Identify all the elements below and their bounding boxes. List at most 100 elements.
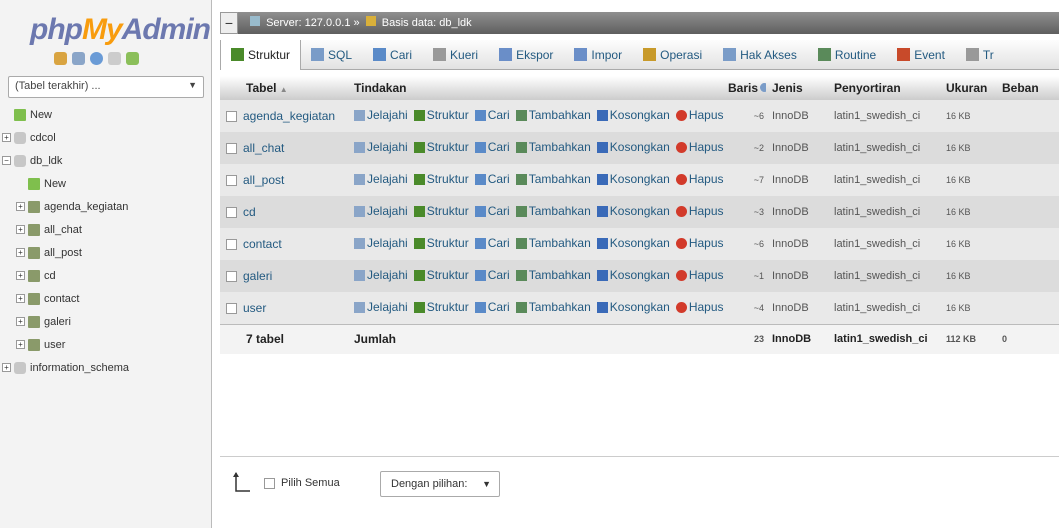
- tab-kueri[interactable]: Kueri: [423, 40, 489, 70]
- expand-icon[interactable]: +: [16, 225, 25, 234]
- checkbox[interactable]: [264, 477, 275, 489]
- table-name-link[interactable]: all_chat: [243, 141, 284, 155]
- action-tambahkan[interactable]: Tambahkan: [515, 204, 591, 218]
- action-kosongkan[interactable]: Kosongkan: [596, 236, 670, 250]
- action-cari[interactable]: Cari: [474, 108, 510, 122]
- action-struktur[interactable]: Struktur: [413, 204, 469, 218]
- action-hapus[interactable]: Hapus: [675, 108, 724, 122]
- collapse-sidebar-button[interactable]: −: [220, 12, 238, 34]
- action-kosongkan[interactable]: Kosongkan: [596, 108, 670, 122]
- table-name-link[interactable]: all_post: [243, 173, 284, 187]
- action-hapus[interactable]: Hapus: [675, 204, 724, 218]
- action-hapus[interactable]: Hapus: [675, 268, 724, 282]
- row-checkbox[interactable]: [226, 303, 237, 315]
- col-baris[interactable]: Baris: [726, 76, 766, 100]
- action-jelajahi[interactable]: Jelajahi: [354, 172, 408, 186]
- action-cari[interactable]: Cari: [474, 140, 510, 154]
- tree-item[interactable]: + user: [0, 334, 211, 357]
- action-kosongkan[interactable]: Kosongkan: [596, 172, 670, 186]
- tab-ekspor[interactable]: Ekspor: [489, 40, 564, 70]
- new-icon[interactable]: [2, 110, 11, 119]
- action-kosongkan[interactable]: Kosongkan: [596, 268, 670, 282]
- action-hapus[interactable]: Hapus: [675, 140, 724, 154]
- expand-icon[interactable]: +: [16, 248, 25, 257]
- col-tabel[interactable]: Tabel ▲: [220, 76, 348, 100]
- col-jenis[interactable]: Jenis: [766, 76, 828, 100]
- action-tambahkan[interactable]: Tambahkan: [515, 300, 591, 314]
- tree-item[interactable]: New: [0, 104, 211, 127]
- action-cari[interactable]: Cari: [474, 268, 510, 282]
- action-jelajahi[interactable]: Jelajahi: [354, 108, 408, 122]
- col-penyortiran[interactable]: Penyortiran: [828, 76, 940, 100]
- recent-tables-select[interactable]: (Tabel terakhir) ... ▼: [8, 76, 204, 98]
- action-struktur[interactable]: Struktur: [413, 108, 469, 122]
- action-jelajahi[interactable]: Jelajahi: [354, 204, 408, 218]
- expand-icon[interactable]: +: [16, 317, 25, 326]
- tab-sql[interactable]: SQL: [301, 40, 363, 70]
- action-tambahkan[interactable]: Tambahkan: [515, 268, 591, 282]
- tab-hak-akses[interactable]: Hak Akses: [713, 40, 808, 70]
- action-struktur[interactable]: Struktur: [413, 300, 469, 314]
- breadcrumb-database[interactable]: Basis data: db_ldk: [382, 17, 472, 29]
- row-checkbox[interactable]: [226, 207, 237, 219]
- tab-tr[interactable]: Tr: [956, 40, 1005, 70]
- action-struktur[interactable]: Struktur: [413, 172, 469, 186]
- action-cari[interactable]: Cari: [474, 300, 510, 314]
- documentation-icon[interactable]: [108, 52, 121, 65]
- tab-cari[interactable]: Cari: [363, 40, 423, 70]
- new-icon[interactable]: [16, 179, 25, 188]
- action-jelajahi[interactable]: Jelajahi: [354, 236, 408, 250]
- expand-icon[interactable]: +: [16, 340, 25, 349]
- row-checkbox[interactable]: [226, 239, 237, 251]
- expand-icon[interactable]: +: [16, 202, 25, 211]
- tree-item[interactable]: + all_chat: [0, 219, 211, 242]
- tree-item[interactable]: + galeri: [0, 311, 211, 334]
- action-hapus[interactable]: Hapus: [675, 172, 724, 186]
- action-jelajahi[interactable]: Jelajahi: [354, 140, 408, 154]
- action-hapus[interactable]: Hapus: [675, 236, 724, 250]
- table-name-link[interactable]: galeri: [243, 269, 272, 283]
- table-name-link[interactable]: contact: [243, 237, 282, 251]
- tree-item[interactable]: + contact: [0, 288, 211, 311]
- action-tambahkan[interactable]: Tambahkan: [515, 140, 591, 154]
- action-kosongkan[interactable]: Kosongkan: [596, 300, 670, 314]
- exit-icon[interactable]: [72, 52, 85, 65]
- action-struktur[interactable]: Struktur: [413, 140, 469, 154]
- action-tambahkan[interactable]: Tambahkan: [515, 108, 591, 122]
- expand-icon[interactable]: +: [16, 271, 25, 280]
- action-cari[interactable]: Cari: [474, 172, 510, 186]
- col-beban[interactable]: Beban: [996, 76, 1059, 100]
- expand-icon[interactable]: +: [2, 133, 11, 142]
- col-ukuran[interactable]: Ukuran: [940, 76, 996, 100]
- tab-routine[interactable]: Routine: [808, 40, 887, 70]
- action-kosongkan[interactable]: Kosongkan: [596, 140, 670, 154]
- action-tambahkan[interactable]: Tambahkan: [515, 236, 591, 250]
- home-icon[interactable]: [54, 52, 67, 65]
- tree-item[interactable]: + agenda_kegiatan: [0, 196, 211, 219]
- tree-item[interactable]: + cdcol: [0, 127, 211, 150]
- tree-item[interactable]: − db_ldk: [0, 150, 211, 173]
- tree-item[interactable]: New: [0, 173, 211, 196]
- action-struktur[interactable]: Struktur: [413, 268, 469, 282]
- tree-item[interactable]: + information_schema: [0, 357, 211, 380]
- tree-item[interactable]: + all_post: [0, 242, 211, 265]
- action-struktur[interactable]: Struktur: [413, 236, 469, 250]
- action-cari[interactable]: Cari: [474, 236, 510, 250]
- row-checkbox[interactable]: [226, 175, 237, 187]
- expand-icon[interactable]: +: [2, 363, 11, 372]
- row-checkbox[interactable]: [226, 271, 237, 283]
- table-name-link[interactable]: agenda_kegiatan: [243, 109, 335, 123]
- help-icon[interactable]: [90, 52, 103, 65]
- tab-operasi[interactable]: Operasi: [633, 40, 713, 70]
- select-all-checkbox[interactable]: Pilih Semua: [264, 477, 340, 489]
- breadcrumb-server[interactable]: Server: 127.0.0.1: [266, 17, 350, 29]
- action-jelajahi[interactable]: Jelajahi: [354, 268, 408, 282]
- tree-item[interactable]: + cd: [0, 265, 211, 288]
- table-name-link[interactable]: cd: [243, 205, 256, 219]
- reload-icon[interactable]: [126, 52, 139, 65]
- action-hapus[interactable]: Hapus: [675, 300, 724, 314]
- row-checkbox[interactable]: [226, 143, 237, 155]
- action-jelajahi[interactable]: Jelajahi: [354, 300, 408, 314]
- with-selected-dropdown[interactable]: Dengan pilihan: ▼: [380, 471, 500, 497]
- action-tambahkan[interactable]: Tambahkan: [515, 172, 591, 186]
